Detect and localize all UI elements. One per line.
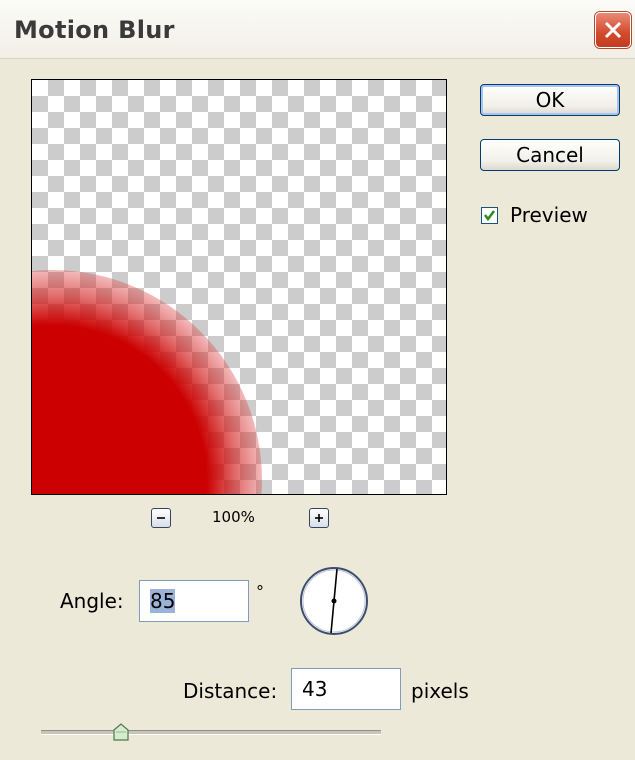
distance-label: Distance: bbox=[183, 679, 278, 703]
distance-value: 43 bbox=[302, 677, 328, 701]
angle-label: Angle: bbox=[60, 589, 124, 613]
cancel-button[interactable]: Cancel bbox=[480, 139, 620, 171]
preview-canvas[interactable] bbox=[31, 79, 447, 495]
title-bar[interactable]: Motion Blur bbox=[0, 0, 635, 59]
zoom-in-button[interactable] bbox=[309, 508, 329, 528]
close-button[interactable] bbox=[595, 12, 631, 48]
distance-unit: pixels bbox=[411, 679, 469, 703]
angle-value: 85 bbox=[150, 589, 176, 613]
zoom-level: 100% bbox=[212, 508, 255, 526]
angle-input[interactable]: 85 bbox=[139, 580, 249, 622]
distance-input[interactable]: 43 bbox=[291, 668, 401, 710]
plus-icon bbox=[315, 514, 323, 522]
close-icon bbox=[604, 21, 622, 39]
checkmark-icon bbox=[484, 210, 495, 222]
degree-symbol: ° bbox=[256, 582, 264, 601]
motion-blur-dialog: Motion Blur 100% OK Cancel Preview Angle… bbox=[0, 0, 635, 760]
minus-icon bbox=[157, 517, 165, 519]
blurred-red-shape bbox=[32, 270, 262, 494]
preview-checkbox-label: Preview bbox=[510, 203, 588, 227]
zoom-out-button[interactable] bbox=[151, 508, 171, 528]
preview-checkbox[interactable] bbox=[481, 207, 498, 224]
ok-button[interactable]: OK bbox=[480, 84, 620, 116]
distance-slider-track[interactable] bbox=[41, 730, 381, 735]
angle-dial[interactable] bbox=[298, 565, 370, 637]
distance-slider-thumb[interactable] bbox=[112, 722, 130, 742]
dialog-title: Motion Blur bbox=[14, 16, 175, 44]
